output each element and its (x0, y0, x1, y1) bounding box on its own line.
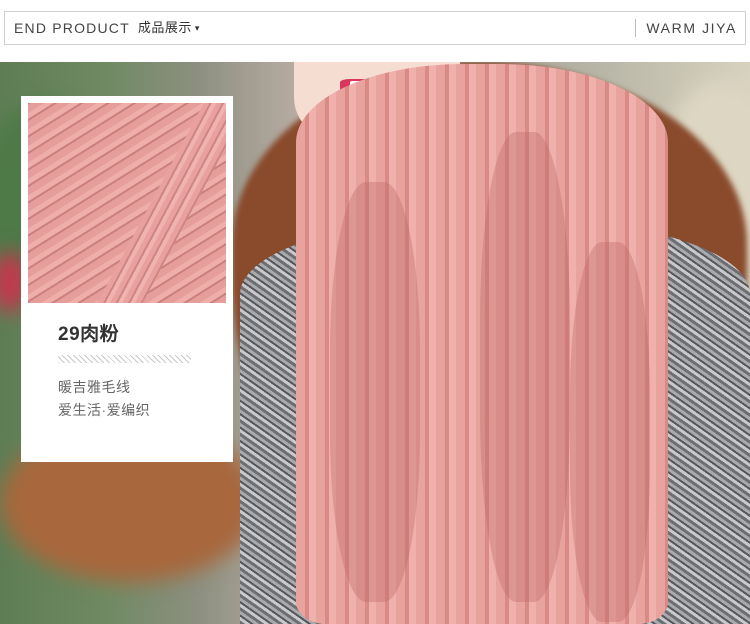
decorative-divider (58, 355, 191, 363)
brand-label: WARM JIYA (646, 20, 737, 36)
header-left: END PRODUCT 成品展示 ▾ (14, 12, 201, 44)
end-product-label-cn: 成品展示 (137, 20, 192, 35)
section-header: END PRODUCT 成品展示 ▾ WARM JIYA (0, 0, 750, 62)
yarn-strand (89, 103, 226, 303)
chevron-down-icon: ▾ (194, 23, 201, 33)
product-page: END PRODUCT 成品展示 ▾ WARM JIYA 29肉粉 暖吉雅毛线 (0, 0, 750, 624)
header-divider (635, 19, 636, 37)
scarf-cable-right (570, 242, 650, 622)
yarn-color-card: 29肉粉 暖吉雅毛线 爱生活·爱编织 (21, 96, 233, 462)
header-frame: END PRODUCT 成品展示 ▾ WARM JIYA (4, 11, 746, 45)
yarn-swatch-image (28, 103, 226, 303)
brand-tagline-1: 暖吉雅毛线 (58, 379, 131, 395)
scarf-cable-left (330, 182, 420, 602)
color-name: 29肉粉 (58, 324, 120, 345)
brand-tagline-2: 爱生活·爱编织 (58, 402, 151, 418)
scarf-cable-middle (480, 132, 570, 602)
end-product-label: END PRODUCT (14, 20, 130, 36)
